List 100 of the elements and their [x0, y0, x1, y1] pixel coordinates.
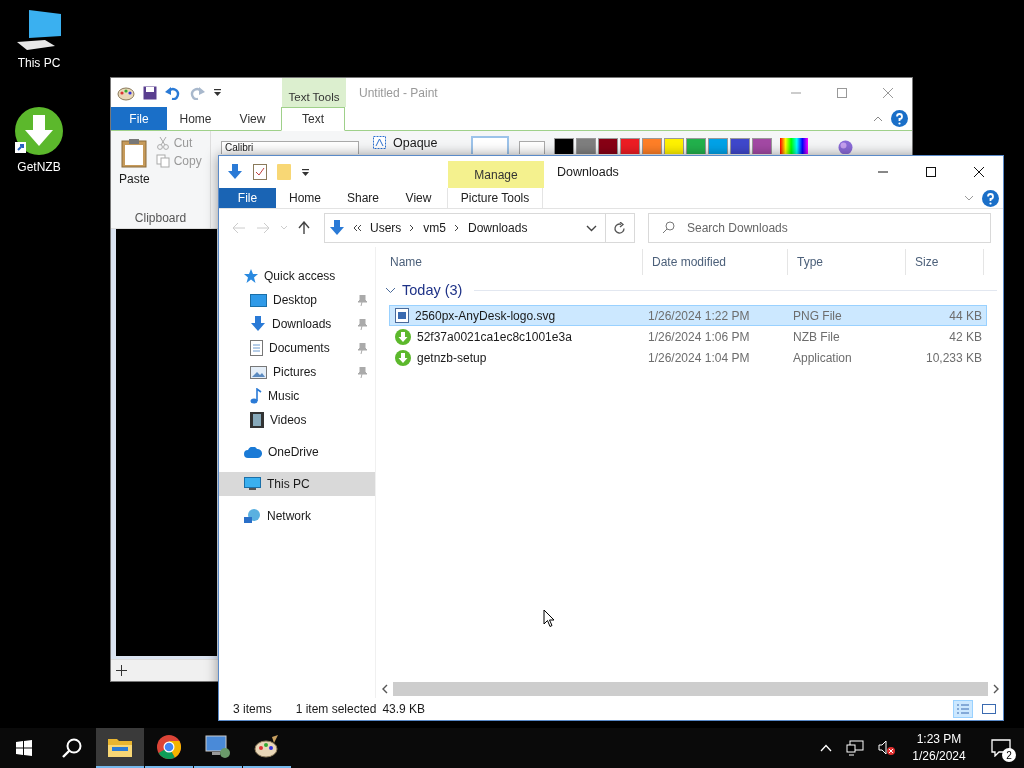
desktop-icon-label[interactable]: GetNZB [17, 160, 61, 174]
group-chevron-icon[interactable] [385, 286, 396, 294]
selection-size: 43.9 KB [382, 702, 426, 716]
maximize-icon[interactable] [925, 166, 937, 178]
address-bar[interactable]: Users vm5 Downloads [324, 213, 606, 243]
file-row[interactable]: 52f37a0021ca1ec8c1001e3a 1/26/2024 1:06 PM NZB File 42 KB [389, 326, 987, 347]
address-dropdown-icon[interactable] [586, 224, 597, 232]
close-icon[interactable] [973, 166, 985, 178]
ribbon-tab[interactable]: Text [281, 107, 345, 131]
size-cell-text: 42 KB [948, 329, 983, 344]
nav-item[interactable]: Documents [219, 336, 375, 360]
date-cell-text: 1/26/2024 1:06 PM [647, 329, 751, 344]
column-header[interactable]: Size [906, 249, 984, 275]
group-header[interactable]: Today (3) [402, 282, 463, 298]
file-row[interactable]: 2560px-AnyDesk-logo.svg 1/26/2024 1:22 PM PNG File 44 KB [389, 305, 987, 326]
palette-icon[interactable] [117, 84, 135, 101]
breadcrumb[interactable]: Users [370, 221, 402, 235]
file-row[interactable]: getnzb-setup 1/26/2024 1:04 PM Application 10,233 KB [389, 347, 987, 368]
search-field[interactable]: Search Downloads [648, 213, 991, 243]
color-swatch[interactable] [686, 138, 707, 154]
computer-icon[interactable] [15, 8, 63, 52]
nav-item[interactable]: Pictures [219, 360, 375, 384]
color-swatch[interactable] [642, 138, 663, 154]
up-icon[interactable] [298, 221, 310, 235]
network-icon[interactable] [846, 740, 864, 756]
ribbon-tab[interactable]: Home [276, 188, 334, 208]
ribbon-tab[interactable]: File [219, 188, 276, 208]
browser-icon [157, 735, 181, 759]
nav-item[interactable]: Music [219, 384, 375, 408]
palette-icon [254, 735, 280, 759]
breadcrumb-chevron-icon [409, 224, 416, 232]
breadcrumb[interactable]: vm5 [423, 221, 446, 235]
scrollbar-thumb[interactable] [393, 682, 988, 696]
properties-icon[interactable] [253, 164, 267, 180]
expand-ribbon-icon[interactable] [964, 194, 974, 202]
download-arrow-icon [250, 316, 266, 332]
dropdown-icon[interactable] [301, 167, 310, 177]
ribbon-tab[interactable]: View [224, 107, 281, 130]
color-swatch[interactable] [708, 138, 729, 154]
date-cell-text: 1/26/2024 1:22 PM [647, 308, 751, 323]
help-icon[interactable] [891, 110, 908, 127]
collapse-ribbon-icon[interactable] [873, 114, 883, 123]
thumbnail-view-icon [982, 703, 996, 715]
mouse-pointer-icon [543, 609, 555, 628]
dropdown-icon[interactable] [213, 88, 222, 97]
item-count: 3 items [233, 702, 272, 716]
undo-icon[interactable] [165, 85, 181, 100]
color-swatch[interactable] [576, 138, 597, 154]
color-2-selector[interactable] [519, 141, 546, 154]
star-icon [244, 269, 258, 283]
type-cell-text: Application [792, 350, 853, 365]
edit-colors-icon[interactable] [780, 138, 809, 154]
clock-time[interactable]: 1:23 PM [916, 731, 962, 748]
nav-item[interactable]: Network [219, 504, 375, 528]
monitor-icon [244, 477, 261, 491]
ribbon-tab[interactable]: Picture Tools [447, 188, 543, 208]
column-header[interactable]: Name [381, 249, 643, 275]
file-name: 52f37a0021ca1ec8c1001e3a [417, 329, 572, 344]
ribbon-tab[interactable]: Home [167, 107, 224, 130]
opaque-button[interactable]: Opaque [373, 136, 438, 150]
show-hidden-icons-icon[interactable] [820, 744, 832, 752]
color-swatch[interactable] [598, 138, 619, 154]
cloud-icon [244, 446, 262, 458]
column-header[interactable]: Date modified [643, 249, 788, 275]
action-center-button[interactable]: 2 [986, 728, 1016, 768]
search-icon [662, 221, 675, 234]
nav-item[interactable]: Desktop [219, 288, 375, 312]
file-name: 2560px-AnyDesk-logo.svg [415, 308, 556, 323]
scroll-right-icon[interactable] [992, 684, 1000, 694]
color-swatch[interactable] [730, 138, 751, 154]
nav-item[interactable]: Downloads [219, 312, 375, 336]
color-swatch[interactable] [554, 138, 575, 154]
desktop-icon-label[interactable]: This PC [17, 56, 61, 70]
nav-item[interactable]: Videos [219, 408, 375, 432]
color-swatch[interactable] [752, 138, 773, 154]
color-swatch[interactable] [664, 138, 685, 154]
taskbar-app-button[interactable] [96, 728, 144, 768]
muted-speaker-icon[interactable] [878, 740, 896, 756]
ribbon-tab[interactable]: View [392, 188, 445, 208]
breadcrumb[interactable]: Downloads [468, 221, 528, 235]
clock-date[interactable]: 1/26/2024 [912, 748, 966, 765]
nav-item[interactable]: This PC [219, 472, 375, 496]
context-tab-header: Manage [448, 161, 544, 188]
refresh-button[interactable] [605, 213, 635, 243]
font-dropdown[interactable]: Calibri [221, 141, 359, 154]
nav-item[interactable]: OneDrive [219, 440, 375, 464]
ribbon-tab[interactable]: File [111, 107, 167, 130]
overflow-chevron-icon [353, 224, 362, 232]
column-header[interactable]: Type [788, 249, 906, 275]
color-swatch[interactable] [620, 138, 641, 154]
nav-item[interactable]: Quick access [219, 264, 375, 288]
help-icon[interactable] [982, 189, 999, 207]
scroll-left-icon[interactable] [381, 684, 389, 694]
breadcrumb-chevron-icon [454, 224, 460, 232]
window-title: Downloads [557, 165, 619, 179]
search-icon [62, 738, 82, 758]
paste-button[interactable]: Paste [117, 136, 152, 188]
color-1-selector[interactable] [471, 136, 510, 154]
save-icon[interactable] [143, 85, 157, 100]
ribbon-tab[interactable]: Share [334, 188, 392, 208]
